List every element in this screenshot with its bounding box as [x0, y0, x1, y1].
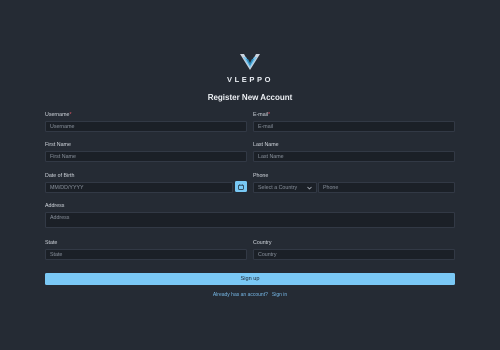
dob-label: Date of Birth: [45, 173, 75, 179]
email-label-text: E-mail: [253, 112, 269, 118]
username-label-text: Username: [45, 112, 70, 118]
last-name-input[interactable]: Last Name: [253, 151, 455, 162]
username-placeholder: Username: [50, 123, 75, 130]
username-input[interactable]: Username: [45, 121, 247, 132]
date-picker-button[interactable]: [235, 181, 247, 192]
email-placeholder: E-mail: [258, 123, 274, 130]
country-label: Country: [253, 240, 272, 246]
required-marker: *: [268, 112, 271, 118]
vleppo-logo-icon: [240, 54, 260, 70]
address-placeholder: Address: [50, 215, 70, 221]
country-code-select[interactable]: Select a Country: [253, 182, 317, 193]
phone-placeholder: Phone: [323, 184, 339, 191]
required-marker: *: [69, 112, 72, 118]
country-select-value: Select a Country: [258, 184, 298, 191]
first-name-label: First Name: [45, 142, 71, 148]
state-placeholder: State: [50, 251, 63, 258]
signin-prompt: Already has an account? Sign in: [0, 292, 500, 298]
last-name-placeholder: Last Name: [258, 153, 284, 160]
address-textarea[interactable]: Address: [45, 212, 455, 228]
country-input[interactable]: Country: [253, 249, 455, 260]
sign-in-link[interactable]: Sign in: [272, 292, 287, 298]
calendar-icon: [238, 183, 244, 190]
dob-input[interactable]: MM/DD/YYYY: [45, 182, 233, 193]
state-input[interactable]: State: [45, 249, 247, 260]
chevron-down-icon: [307, 186, 312, 189]
brand-name: VLEPPO: [226, 75, 274, 84]
phone-input[interactable]: Phone: [318, 182, 455, 193]
state-label: State: [45, 240, 58, 246]
phone-label: Phone: [253, 173, 269, 179]
dob-placeholder: MM/DD/YYYY: [50, 184, 84, 191]
first-name-input[interactable]: First Name: [45, 151, 247, 162]
last-name-label: Last Name: [253, 142, 279, 148]
page-title: Register New Account: [207, 93, 293, 102]
username-label: Username*: [45, 112, 72, 118]
already-account-text: Already has an account?: [212, 292, 268, 298]
country-placeholder: Country: [258, 251, 277, 258]
email-input[interactable]: E-mail: [253, 121, 455, 132]
sign-up-button[interactable]: Sign up: [45, 273, 455, 285]
email-label: E-mail*: [253, 112, 270, 118]
first-name-placeholder: First Name: [50, 153, 76, 160]
address-label: Address: [45, 203, 65, 209]
